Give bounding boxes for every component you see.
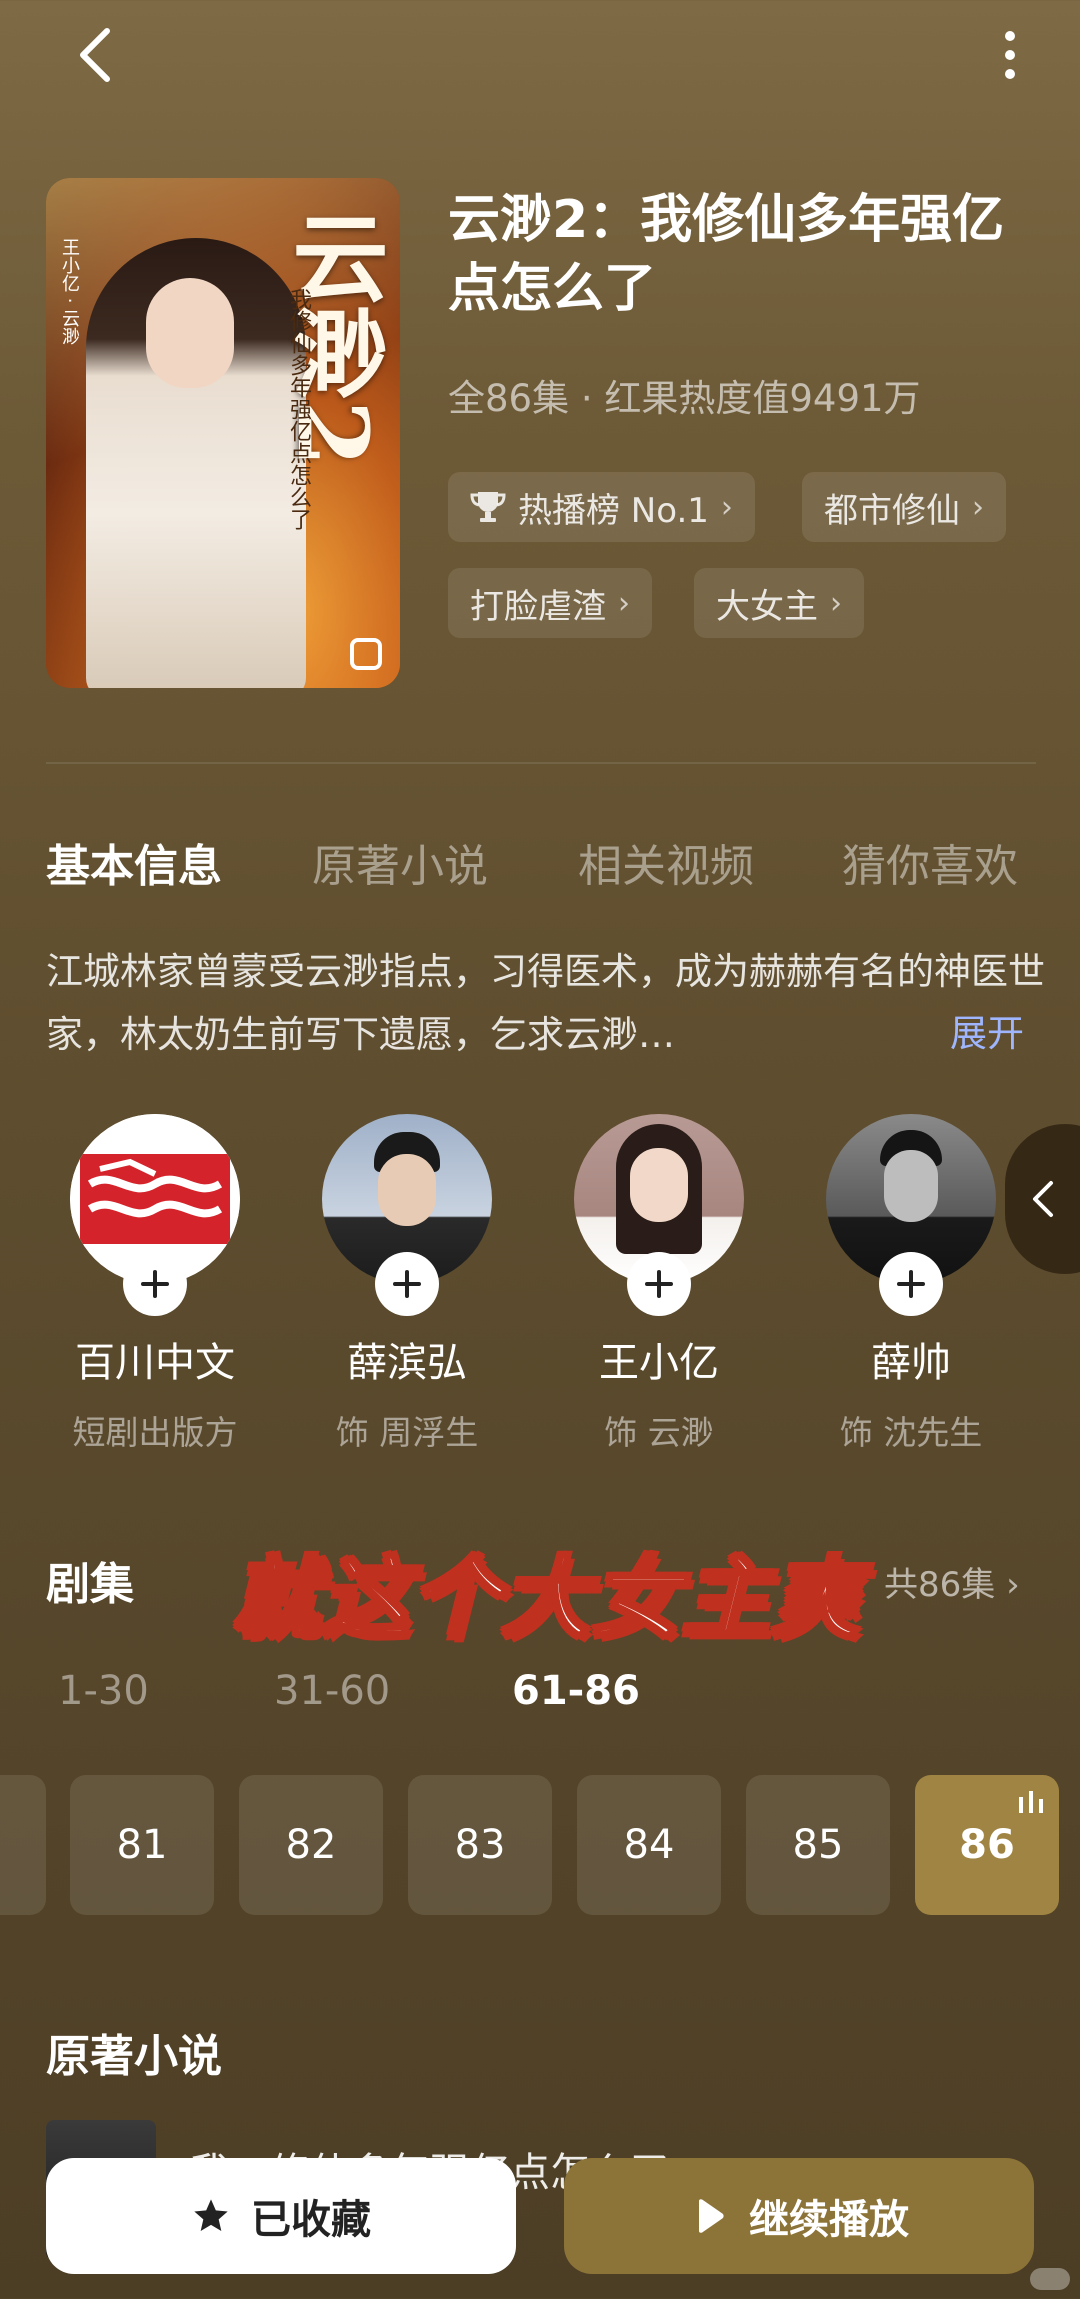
episode-button-active[interactable]: 86 xyxy=(915,1775,1059,1915)
cast-role: 饰 周浮生 xyxy=(335,1413,479,1452)
divider xyxy=(46,762,1036,764)
continue-play-button[interactable]: 继续播放 xyxy=(564,2158,1034,2274)
expand-link[interactable]: 展开 xyxy=(950,1003,1024,1057)
range-tab[interactable]: 1-30 xyxy=(58,1668,149,1714)
tab-related-videos[interactable]: 相关视频 xyxy=(578,830,754,894)
episode-button[interactable]: 83 xyxy=(408,1775,552,1915)
cast-item[interactable]: 薛滨弘 饰 周浮生 xyxy=(292,1114,522,1454)
follow-plus-icon[interactable] xyxy=(627,1252,691,1316)
cast-item[interactable]: 薛帅 饰 沈先生 xyxy=(796,1114,1026,1454)
episodes-total-link[interactable]: 共86集 › xyxy=(884,1557,1020,1606)
episode-button-partial[interactable] xyxy=(0,1775,46,1915)
cast-name: 百川中文 xyxy=(75,1340,235,1386)
tab-original-novel[interactable]: 原著小说 xyxy=(312,830,488,894)
watermark xyxy=(1030,2268,1070,2290)
follow-plus-icon[interactable] xyxy=(123,1252,187,1316)
episode-button[interactable]: 85 xyxy=(746,1775,890,1915)
tab-recommendations[interactable]: 猜你喜欢 xyxy=(842,830,1018,894)
chevron-right-icon: › xyxy=(618,585,630,621)
range-tab-active[interactable]: 61-86 xyxy=(512,1668,640,1714)
play-label: 继续播放 xyxy=(749,2197,909,2243)
cast-item[interactable]: 百川中文 短剧出版方 xyxy=(40,1114,270,1454)
chevron-right-icon: › xyxy=(972,489,984,525)
cast-role: 饰 沈先生 xyxy=(839,1413,983,1452)
tag-label: 大女主 xyxy=(716,586,818,627)
poster-subtitle-art: 我修仙多年强亿点怎么了 xyxy=(286,288,311,530)
poster-credit: 王小亿 · 云渺 xyxy=(59,238,80,346)
collect-label: 已收藏 xyxy=(251,2197,371,2243)
poster-title-art: 云渺2 xyxy=(276,208,389,467)
tag-label: 热播榜 No.1 xyxy=(518,490,709,531)
episode-button[interactable]: 82 xyxy=(239,1775,383,1915)
poster-corner-icon xyxy=(350,638,382,670)
episodes-title: 剧集 xyxy=(46,1559,134,1610)
drama-meta: 全86集 · 红果热度值9491万 xyxy=(448,377,921,420)
range-tab[interactable]: 31-60 xyxy=(274,1668,390,1714)
star-icon xyxy=(194,2199,228,2231)
cast-name: 薛滨弘 xyxy=(347,1340,467,1386)
synopsis: 江城林家曾蒙受云渺指点，习得医术，成为赫赫有名的神医世家，林太奶生前写下遗愿，乞… xyxy=(46,950,1045,1056)
tag-female-lead[interactable]: 大女主 › xyxy=(694,568,864,638)
cast-role: 饰 云渺 xyxy=(604,1413,714,1452)
chevron-right-icon: › xyxy=(720,489,733,525)
cast-role: 短剧出版方 xyxy=(72,1413,238,1452)
drama-poster[interactable]: 王小亿 · 云渺 云渺2 我修仙多年强亿点怎么了 xyxy=(46,178,400,688)
tab-basic-info[interactable]: 基本信息 xyxy=(46,830,222,894)
novel-section-title: 原著小说 xyxy=(46,2031,222,2082)
chevron-left-icon xyxy=(1033,1181,1053,1217)
tag-hot-rank[interactable]: 热播榜 No.1 › xyxy=(448,472,755,542)
trophy-icon xyxy=(470,492,506,522)
cast-name: 薛帅 xyxy=(871,1340,951,1386)
chevron-right-icon: › xyxy=(830,585,842,621)
cast-name: 王小亿 xyxy=(599,1340,719,1386)
episode-button[interactable]: 84 xyxy=(577,1775,721,1915)
play-icon xyxy=(699,2199,724,2233)
playing-bars-icon xyxy=(1019,1791,1043,1813)
episode-number: 86 xyxy=(959,1822,1015,1868)
chevron-right-icon: › xyxy=(995,1565,1020,1605)
collect-button[interactable]: 已收藏 xyxy=(46,2158,516,2274)
follow-plus-icon[interactable] xyxy=(375,1252,439,1316)
video-caption-overlay: 就这个大女主爽 xyxy=(230,1545,863,1652)
tag-face-slap[interactable]: 打脸虐渣 › xyxy=(448,568,652,638)
back-button[interactable] xyxy=(60,20,130,90)
tag-city-cultivation[interactable]: 都市修仙 › xyxy=(802,472,1006,542)
more-vertical-icon[interactable] xyxy=(980,20,1040,90)
tag-label: 都市修仙 xyxy=(824,490,960,531)
chevron-left-icon xyxy=(80,28,110,82)
cast-item[interactable]: 王小亿 饰 云渺 xyxy=(544,1114,774,1454)
drama-title: 云渺2：我修仙多年强亿点怎么了 xyxy=(448,190,1005,319)
tag-label: 打脸虐渣 xyxy=(470,586,606,627)
episode-button[interactable]: 81 xyxy=(70,1775,214,1915)
follow-plus-icon[interactable] xyxy=(879,1252,943,1316)
